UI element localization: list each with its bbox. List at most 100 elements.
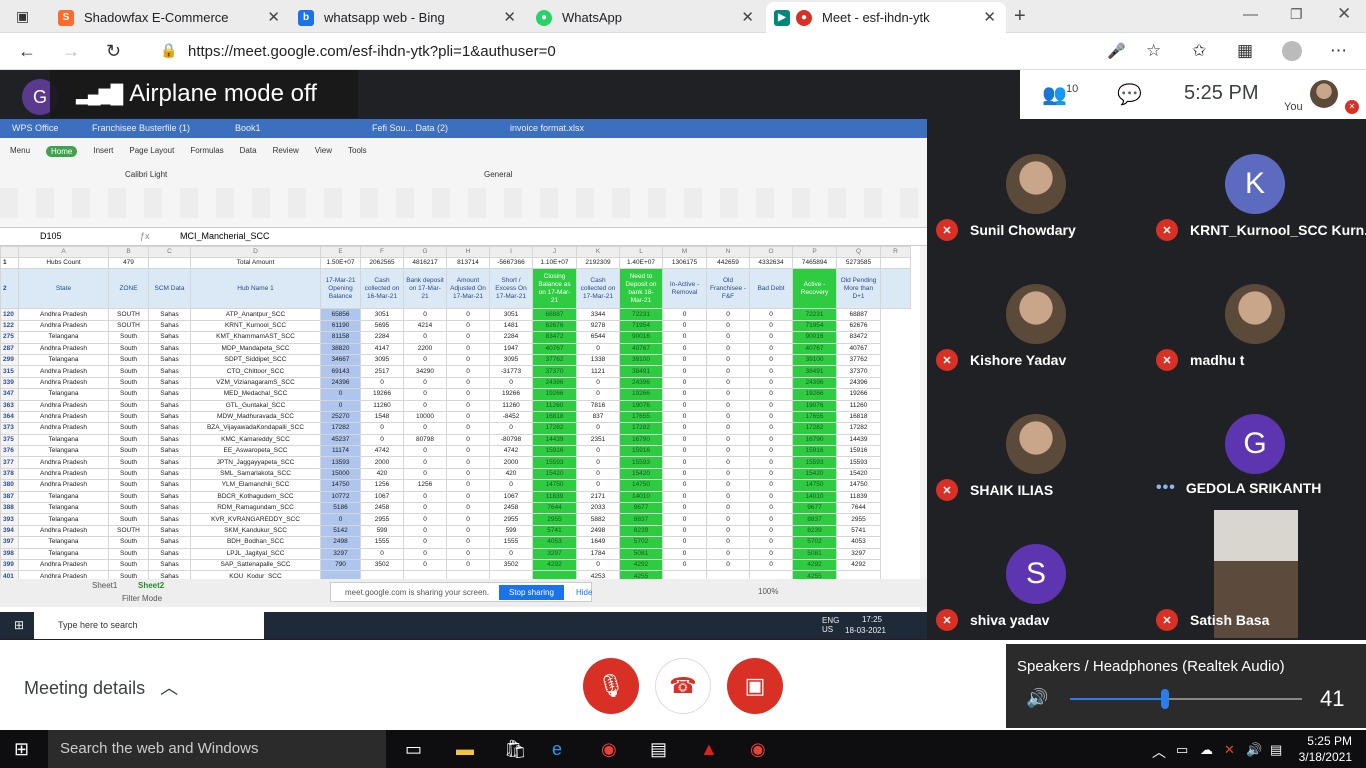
cell: C: [148, 246, 191, 258]
speaker-icon[interactable]: 🔊: [1026, 688, 1048, 709]
tab-title: WhatsApp: [562, 10, 622, 25]
people-icon[interactable]: 👥: [1042, 82, 1067, 107]
taskbar-search[interactable]: Search the web and Windows: [48, 730, 386, 768]
window-menu-icon[interactable]: ▣: [16, 8, 29, 25]
cell: -31773: [489, 365, 533, 378]
cell: South: [108, 558, 149, 572]
volume-icon[interactable]: 🔊: [1246, 742, 1262, 758]
cell: South: [108, 456, 149, 469]
cell: 0: [706, 558, 750, 572]
cell: 4292: [836, 558, 881, 572]
cell: 10000: [403, 410, 447, 424]
close-icon[interactable]: ✕: [983, 8, 996, 26]
cell: 14010: [792, 490, 837, 504]
participant-name: Kishore Yadav: [970, 352, 1067, 368]
font-name: Calibri Light: [125, 170, 168, 179]
cell: South: [108, 547, 149, 561]
url-text[interactable]: https://meet.google.com/esf-ihdn-ytk?pli…: [188, 43, 556, 60]
cell: 4292: [619, 558, 663, 572]
cell: 0: [749, 308, 793, 321]
cell: 61190: [320, 319, 361, 333]
cell: KMT_KhammamAST_SCC: [190, 331, 321, 344]
windows-start-icon[interactable]: ⊞: [14, 739, 29, 760]
cell: 5741: [836, 524, 881, 538]
table-row: 376 Telangana South Sahas EE_Aswaropeta_SCC 1…: [0, 445, 911, 458]
cell: Sahas: [148, 490, 191, 504]
wps-tab: WPS Office: [12, 123, 59, 133]
collections-icon[interactable]: ▦: [1237, 41, 1253, 61]
restore-icon[interactable]: ❐: [1290, 6, 1303, 23]
cloud-icon[interactable]: ☁: [1200, 742, 1213, 758]
volume-slider[interactable]: [1070, 689, 1302, 709]
store-icon[interactable]: 🛍: [504, 739, 527, 760]
tab-shadowfax[interactable]: S Shadowfax E-Commerce ✕: [50, 2, 290, 33]
cell: 0: [706, 399, 750, 412]
taskbar-clock[interactable]: 5:25 PM 3/18/2021: [1299, 733, 1352, 765]
cell: 15593: [532, 456, 577, 469]
chevron-up-icon[interactable]: ︿: [1152, 742, 1166, 762]
acrobat-icon[interactable]: ▲: [700, 739, 718, 760]
cell: KRNT_Kurnool_SCC: [190, 319, 321, 333]
leave-call-button[interactable]: ☎: [655, 658, 711, 714]
cell: 11260: [489, 399, 533, 412]
volume-slider-thumb[interactable]: [1161, 689, 1170, 709]
back-arrow-icon[interactable]: ←: [18, 41, 36, 62]
cell: Andhra Pradesh: [18, 319, 109, 333]
file-explorer-icon[interactable]: ▬: [456, 739, 474, 760]
total-cell: [880, 256, 911, 270]
cell: 0: [576, 422, 620, 435]
tab-whatsapp[interactable]: ● WhatsApp ✕: [528, 2, 764, 33]
tab-bing[interactable]: b whatsapp web - Bing ✕: [290, 2, 526, 33]
cell: 0: [749, 331, 793, 344]
chrome-icon[interactable]: ◉: [601, 739, 617, 760]
participant-krnt: ✕ KRNT_Kurnool_SCC Kurn...: [1156, 219, 1366, 241]
cell: 5142: [320, 524, 361, 538]
microphone-toggle-button[interactable]: 🎙: [583, 658, 639, 714]
close-icon[interactable]: ✕: [741, 8, 754, 26]
url-field[interactable]: 🔒 https://meet.google.com/esf-ihdn-ytk?p…: [152, 38, 1142, 65]
menu-item: Formulas: [190, 146, 224, 155]
forward-arrow-icon[interactable]: →: [62, 41, 80, 62]
cell: 0: [706, 445, 750, 458]
chat-icon[interactable]: 💬: [1117, 82, 1142, 107]
new-tab-button[interactable]: +: [1014, 5, 1026, 28]
network-icon[interactable]: ✕: [1224, 742, 1235, 758]
chrome-icon[interactable]: ◉: [750, 739, 766, 760]
tab-meet[interactable]: ▶ ● Meet - esf-ihdn-ytk ✕: [766, 2, 1006, 33]
audio-device-name[interactable]: Speakers / Headphones (Realtek Audio): [1017, 658, 1285, 675]
cell: 1121: [576, 365, 620, 378]
table-row: 347 Telangana South Sahas MED_Medachal_SCC 0 1…: [0, 388, 911, 401]
profile-avatar[interactable]: [1282, 41, 1302, 61]
cell: 0: [706, 502, 750, 515]
cell: G: [403, 246, 447, 258]
battery-icon[interactable]: ▭: [1176, 742, 1188, 758]
cell: 0: [706, 490, 750, 504]
cell: 11839: [532, 490, 577, 504]
taskbar-search-text: Search the web and Windows: [60, 740, 259, 757]
camera-toggle-button[interactable]: ▣: [727, 658, 783, 714]
app-icon[interactable]: ▤: [650, 739, 667, 760]
more-menu-icon[interactable]: ⋯: [1330, 41, 1347, 61]
cell: 0: [446, 308, 490, 321]
favorites-icon[interactable]: ✩: [1192, 41, 1206, 61]
cell: 0: [662, 456, 707, 469]
microphone-icon[interactable]: 🎤: [1107, 42, 1126, 60]
reload-icon[interactable]: ↻: [106, 41, 121, 62]
cell: 0: [662, 547, 707, 561]
close-icon[interactable]: ✕: [503, 8, 516, 26]
cell: Sahas: [148, 536, 191, 549]
minimize-icon[interactable]: —: [1243, 6, 1258, 23]
meeting-details-button[interactable]: Meeting details ︿: [24, 674, 178, 700]
fx-icon: ƒx: [140, 231, 150, 241]
cell: 6544: [576, 331, 620, 344]
cell: 0: [403, 467, 447, 481]
edge-icon[interactable]: e: [552, 739, 562, 760]
close-icon[interactable]: ✕: [267, 8, 280, 26]
cell: Telangana: [18, 353, 109, 367]
close-window-icon[interactable]: ✕: [1337, 4, 1351, 24]
add-favorite-icon[interactable]: ☆: [1146, 41, 1161, 61]
task-view-icon[interactable]: ▭: [405, 739, 422, 760]
cell: Andhra Pradesh: [18, 308, 109, 321]
action-center-icon[interactable]: ▤: [1270, 742, 1282, 758]
cell: LPJL_Jagityal_SCC: [190, 547, 321, 561]
